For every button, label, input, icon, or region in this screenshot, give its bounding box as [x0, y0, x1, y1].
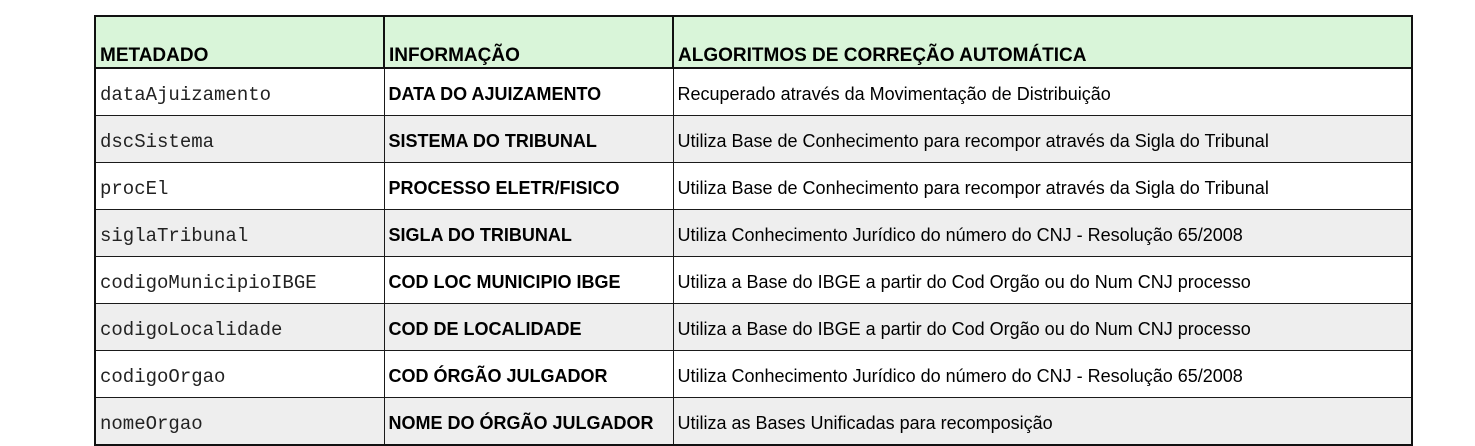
cell-algoritmo: Utiliza as Bases Unificadas para recompo…	[672, 397, 1413, 446]
cell-metadado: siglaTribunal	[94, 209, 385, 257]
cell-informacao: COD LOC MUNICIPIO IBGE	[383, 256, 674, 304]
cell-algoritmo: Utiliza Base de Conhecimento para recomp…	[672, 115, 1413, 163]
cell-metadado: codigoOrgao	[94, 350, 385, 398]
metadata-table: METADADO INFORMAÇÃO ALGORITMOS DE CORREÇ…	[94, 15, 1413, 446]
metadata-table-container: METADADO INFORMAÇÃO ALGORITMOS DE CORREÇ…	[94, 15, 1413, 446]
table-header: METADADO INFORMAÇÃO ALGORITMOS DE CORREÇ…	[94, 15, 1413, 69]
cell-metadado: nomeOrgao	[94, 397, 385, 446]
cell-informacao: SISTEMA DO TRIBUNAL	[383, 115, 674, 163]
cell-informacao: COD ÓRGÃO JULGADOR	[383, 350, 674, 398]
table-row: codigoOrgao COD ÓRGÃO JULGADOR Utiliza C…	[94, 350, 1413, 398]
header-metadado: METADADO	[94, 15, 385, 69]
header-algoritmos: ALGORITMOS DE CORREÇÃO AUTOMÁTICA	[672, 15, 1413, 69]
cell-algoritmo: Utiliza Conhecimento Jurídico do número …	[672, 209, 1413, 257]
cell-metadado: dscSistema	[94, 115, 385, 163]
cell-informacao: NOME DO ÓRGÃO JULGADOR	[383, 397, 674, 446]
table-row: dscSistema SISTEMA DO TRIBUNAL Utiliza B…	[94, 115, 1413, 163]
header-row: METADADO INFORMAÇÃO ALGORITMOS DE CORREÇ…	[94, 15, 1413, 69]
cell-metadado: codigoMunicipioIBGE	[94, 256, 385, 304]
cell-informacao: DATA DO AJUIZAMENTO	[383, 67, 674, 116]
cell-metadado: procEl	[94, 162, 385, 210]
table-row: codigoLocalidade COD DE LOCALIDADE Utili…	[94, 303, 1413, 351]
cell-algoritmo: Utiliza a Base do IBGE a partir do Cod O…	[672, 256, 1413, 304]
cell-algoritmo: Utiliza Base de Conhecimento para recomp…	[672, 162, 1413, 210]
cell-algoritmo: Utiliza Conhecimento Jurídico do número …	[672, 350, 1413, 398]
cell-informacao: SIGLA DO TRIBUNAL	[383, 209, 674, 257]
table-row: dataAjuizamento DATA DO AJUIZAMENTO Recu…	[94, 67, 1413, 116]
cell-informacao: COD DE LOCALIDADE	[383, 303, 674, 351]
header-informacao: INFORMAÇÃO	[383, 15, 674, 69]
table-row: codigoMunicipioIBGE COD LOC MUNICIPIO IB…	[94, 256, 1413, 304]
table-body: dataAjuizamento DATA DO AJUIZAMENTO Recu…	[94, 67, 1413, 446]
cell-algoritmo: Utiliza a Base do IBGE a partir do Cod O…	[672, 303, 1413, 351]
cell-informacao: PROCESSO ELETR/FISICO	[383, 162, 674, 210]
cell-algoritmo: Recuperado através da Movimentação de Di…	[672, 67, 1413, 116]
table-row: siglaTribunal SIGLA DO TRIBUNAL Utiliza …	[94, 209, 1413, 257]
cell-metadado: dataAjuizamento	[94, 67, 385, 116]
table-row: nomeOrgao NOME DO ÓRGÃO JULGADOR Utiliza…	[94, 397, 1413, 446]
cell-metadado: codigoLocalidade	[94, 303, 385, 351]
table-row: procEl PROCESSO ELETR/FISICO Utiliza Bas…	[94, 162, 1413, 210]
